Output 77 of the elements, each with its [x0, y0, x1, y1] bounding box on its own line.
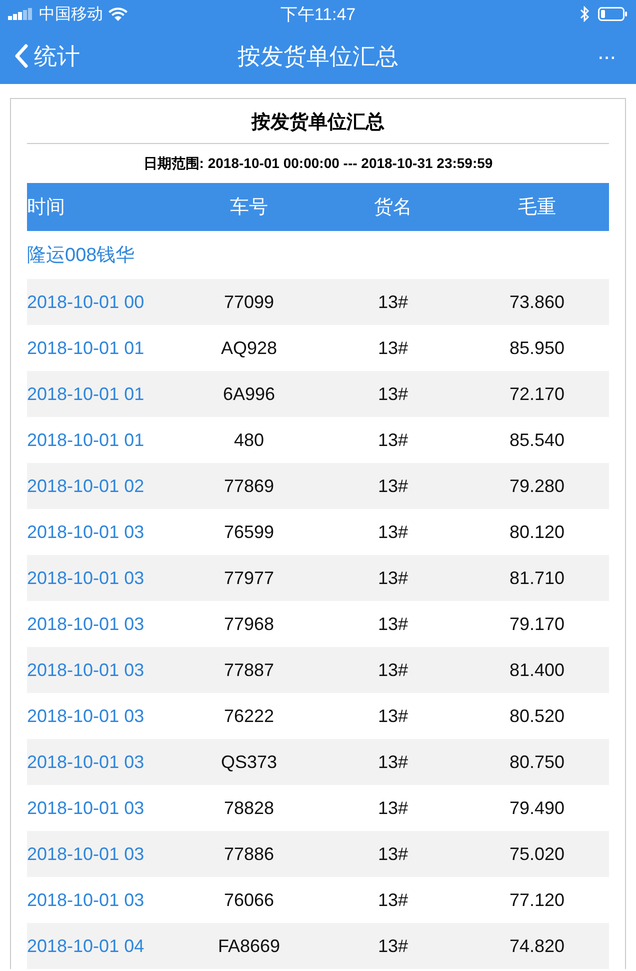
clock-time: 下午11:47: [280, 4, 356, 26]
table-cell-text: 13#: [376, 476, 410, 496]
table-cell-text: 72.170: [508, 384, 566, 404]
battery-icon: [598, 7, 628, 21]
date-range: 日期范围: 2018-10-01 00:00:00 --- 2018-10-31 23:59:59: [142, 154, 494, 173]
table-cell-text: 77977: [222, 568, 276, 588]
column-header: 车号: [229, 196, 269, 220]
column-header: 毛重: [517, 196, 557, 220]
table-cell-text: 13#: [376, 430, 410, 450]
carrier-name: 中国移动: [39, 4, 103, 24]
table-cell-text: 77099: [222, 292, 276, 312]
table-cell-text: 2018-10-01 01: [27, 338, 146, 358]
table-cell-text: QS373: [220, 752, 278, 772]
bluetooth-icon: [580, 6, 590, 22]
table-cell-text: 13#: [376, 798, 410, 818]
table-cell-text: 76222: [222, 706, 276, 726]
table-cell-text: 80.120: [508, 522, 566, 542]
table-cell-text: 76599: [222, 522, 276, 542]
table-cell-text: 80.750: [508, 752, 566, 772]
more-button[interactable]: ...: [592, 39, 622, 73]
table-cell-text: 2018-10-01 01: [27, 430, 146, 450]
back-button[interactable]: 统计: [14, 40, 80, 72]
table-cell-text: 75.020: [508, 844, 566, 864]
table-cell-text: 2018-10-01 03: [27, 890, 146, 910]
table-cell-text: 2018-10-01 01: [27, 384, 146, 404]
table-cell-text: 13#: [376, 660, 410, 680]
table-cell-text: 79.170: [508, 614, 566, 634]
group-label: 隆运008钱华: [27, 244, 136, 268]
table-cell-text: 13#: [376, 844, 410, 864]
table-cell-text: 2018-10-01 03: [27, 844, 146, 864]
table-cell-text: 13#: [376, 522, 410, 542]
table-cell-text: 2018-10-01 03: [27, 752, 146, 772]
table-cell-text: 13#: [376, 292, 410, 312]
table-cell-text: 77887: [222, 660, 276, 680]
table-cell-text: 80.520: [508, 706, 566, 726]
wifi-icon: [108, 6, 128, 22]
table-cell-text: 2018-10-01 03: [27, 614, 146, 634]
table-cell-text: 78828: [222, 798, 276, 818]
table-cell-text: 81.400: [508, 660, 566, 680]
back-icon: [14, 44, 28, 68]
table-cell-text: 13#: [376, 614, 410, 634]
table-cell-text: 2018-10-01 04: [27, 936, 146, 956]
table-cell-text: 77968: [222, 614, 276, 634]
table-cell-text: 2018-10-01 00: [27, 292, 146, 312]
table-cell-text: 13#: [376, 568, 410, 588]
table-cell-text: 77869: [222, 476, 276, 496]
table-cell-text: 74.820: [508, 936, 566, 956]
table-cell-text: 2018-10-01 03: [27, 660, 146, 680]
table-cell-text: 13#: [376, 936, 410, 956]
table-cell-text: 480: [232, 430, 266, 450]
report-title: 按发货单位汇总: [27, 99, 609, 144]
table-cell-text: 79.490: [508, 798, 566, 818]
table-cell-text: 79.280: [508, 476, 566, 496]
table-cell-text: FA8669: [216, 936, 282, 956]
table-cell-text: 77.120: [508, 890, 566, 910]
table-cell-text: 85.950: [508, 338, 566, 358]
table-cell-text: 2018-10-01 02: [27, 476, 146, 496]
table-cell-text: 13#: [376, 752, 410, 772]
page-title: 按发货单位汇总: [238, 42, 398, 68]
table-cell-text: 2018-10-01 03: [27, 798, 146, 818]
column-header: 时间: [27, 196, 66, 220]
table-cell-text: 85.540: [508, 430, 566, 450]
table-cell-text: 13#: [376, 384, 410, 404]
signal-icon: [8, 8, 34, 20]
table-cell-text: 77886: [222, 844, 276, 864]
table-cell-text: 2018-10-01 03: [27, 706, 146, 726]
table-cell-text: 76066: [222, 890, 276, 910]
table-cell-text: 2018-10-01 03: [27, 522, 146, 542]
table-cell-text: 6A996: [222, 384, 276, 404]
table-cell-text: 2018-10-01 03: [27, 568, 146, 588]
table-cell-text: 13#: [376, 890, 410, 910]
table-cell-text: 73.860: [508, 292, 566, 312]
table-cell-text: 13#: [376, 706, 410, 726]
table-cell-text: 13#: [376, 338, 410, 358]
column-header: 货名: [373, 196, 413, 220]
table-cell-text: AQ928: [220, 338, 278, 358]
table-cell-text: 81.710: [508, 568, 566, 588]
